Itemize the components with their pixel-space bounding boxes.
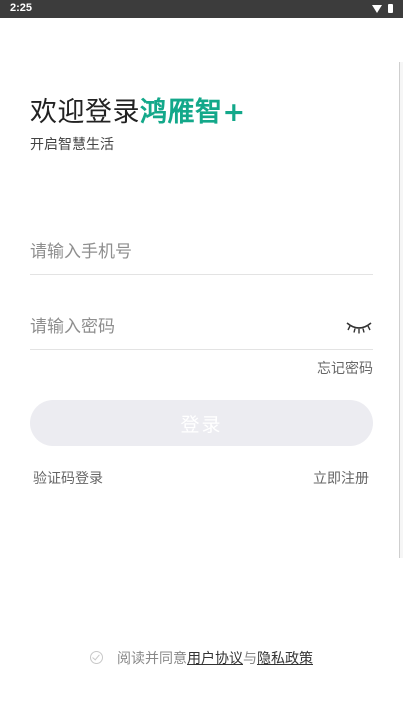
forgot-password-link[interactable]: 忘记密码 xyxy=(317,358,373,378)
status-time: 2:25 xyxy=(10,2,33,14)
side-panel-edge xyxy=(399,62,403,558)
status-bar: 2:25 xyxy=(0,0,403,18)
sms-login-link[interactable]: 验证码登录 xyxy=(33,468,103,488)
privacy-link[interactable]: 隐私政策 xyxy=(257,651,313,667)
register-link[interactable]: 立即注册 xyxy=(313,468,369,488)
subtitle: 开启智慧生活 xyxy=(30,137,114,153)
eye-closed-icon[interactable] xyxy=(345,319,373,335)
password-input[interactable] xyxy=(30,305,373,349)
brand-name: 鸿雁智+ xyxy=(140,97,246,128)
welcome-text: 欢迎登录 xyxy=(30,97,140,128)
agreement-and: 与 xyxy=(243,651,257,667)
agreement-prefix: 阅读并同意 xyxy=(117,651,187,667)
agreement: 阅读并同意用户协议与隐私政策 xyxy=(0,648,403,668)
agree-checkbox[interactable] xyxy=(90,651,103,664)
battery-icon xyxy=(388,4,393,13)
phone-input[interactable] xyxy=(30,230,373,274)
wifi-icon xyxy=(372,4,382,13)
phone-field xyxy=(30,230,373,275)
password-field xyxy=(30,305,373,350)
terms-link[interactable]: 用户协议 xyxy=(187,651,243,667)
login-button[interactable]: 登录 xyxy=(30,400,373,446)
page-title: 欢迎登录鸿雁智+ xyxy=(30,90,246,129)
status-icons xyxy=(372,4,393,13)
